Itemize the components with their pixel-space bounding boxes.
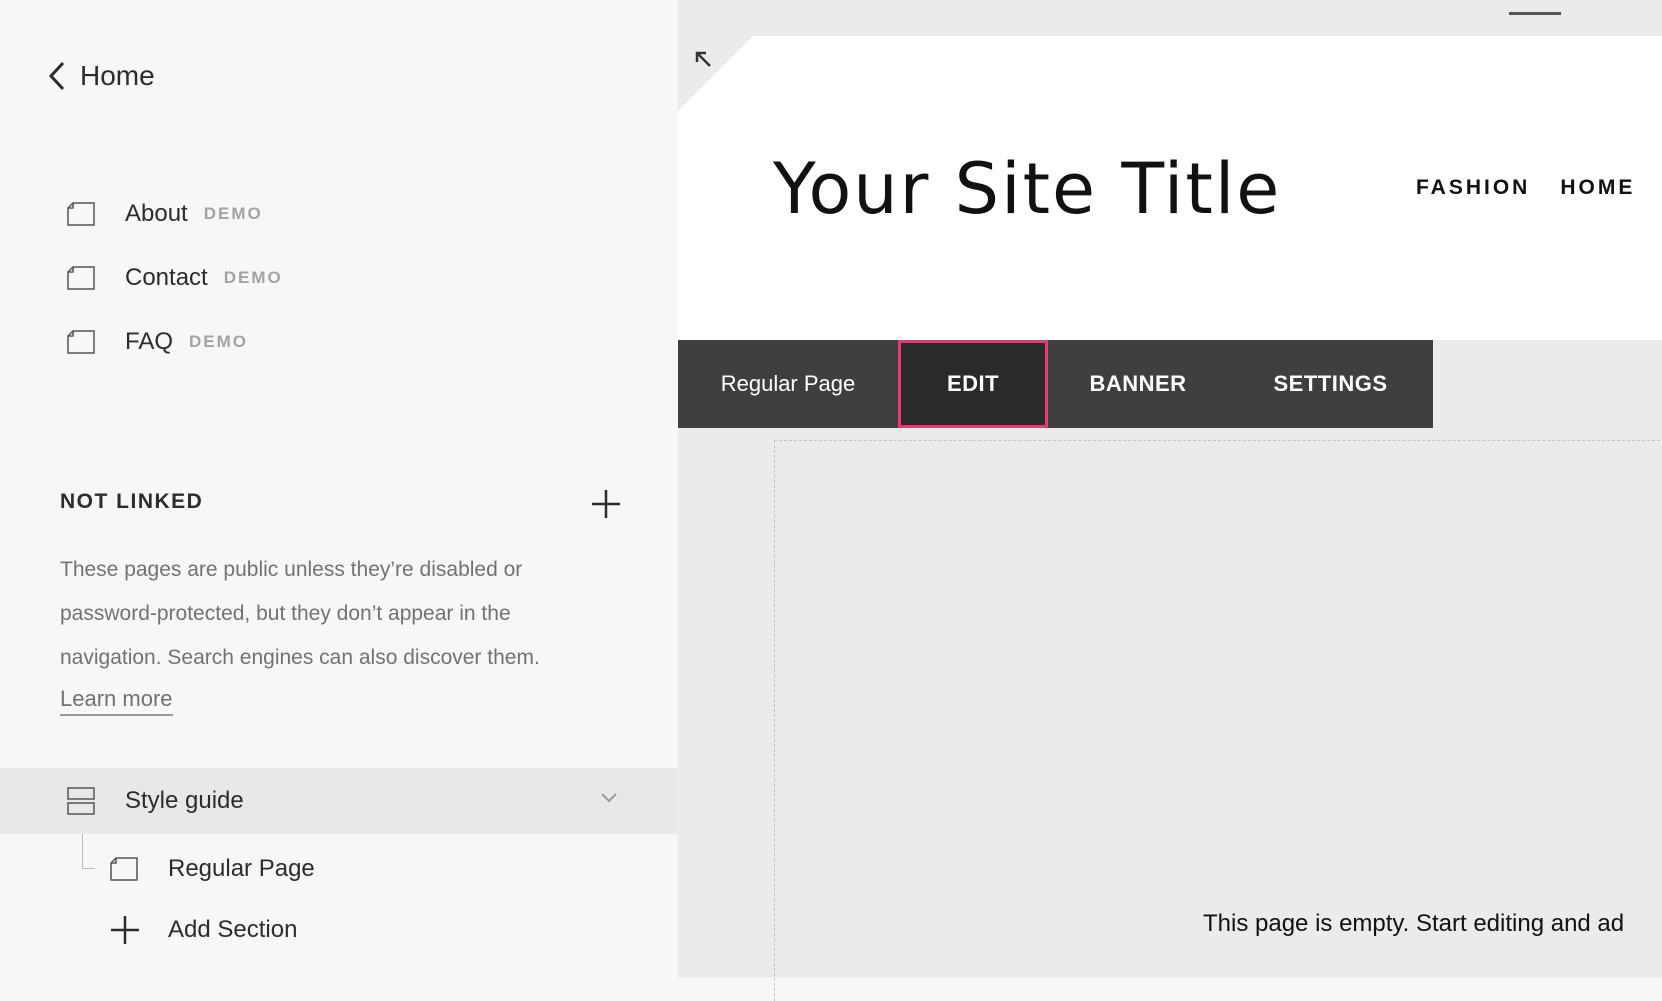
page-icon: [67, 328, 97, 356]
page-icon: [67, 264, 97, 292]
pages-sidebar: Home About DEMO Contact DEMO FAQ DEMO NO…: [0, 0, 678, 978]
nav-link-home[interactable]: HOME: [1560, 176, 1635, 200]
site-header: Your Site Title FASHION HOME: [678, 36, 1662, 340]
page-item-faq[interactable]: FAQ DEMO: [67, 328, 248, 356]
learn-more-link[interactable]: Learn more: [60, 686, 173, 716]
banner-button[interactable]: BANNER: [1048, 340, 1228, 428]
fold-corner: [678, 36, 753, 111]
not-linked-heading: NOT LINKED: [60, 490, 204, 513]
site-title[interactable]: Your Site Title: [773, 148, 1281, 230]
site-navigation: FASHION HOME: [1416, 176, 1635, 200]
add-section-label: Add Section: [168, 916, 298, 943]
add-section-button[interactable]: Add Section: [110, 915, 297, 945]
page-icon: [110, 855, 140, 883]
edit-button[interactable]: EDIT: [898, 340, 1048, 428]
drag-handle[interactable]: [1509, 12, 1561, 15]
description-line: These pages are public unless they’re di…: [60, 558, 523, 581]
chevron-left-icon: [48, 61, 65, 91]
page-item-about[interactable]: About DEMO: [67, 200, 263, 228]
chevron-down-icon[interactable]: [600, 791, 618, 809]
folder-icon: [67, 786, 97, 816]
demo-badge: DEMO: [189, 332, 249, 351]
empty-page-message: This page is empty. Start editing and ad: [1203, 910, 1625, 937]
page-label: Contact: [125, 264, 208, 291]
demo-badge: DEMO: [203, 204, 263, 223]
not-linked-description: These pages are public unless they’re di…: [60, 548, 605, 680]
page-item-contact[interactable]: Contact DEMO: [67, 264, 283, 292]
folder-style-guide[interactable]: Style guide: [0, 768, 678, 834]
page-item-regular-page[interactable]: Regular Page: [110, 855, 315, 883]
page-label: Regular Page: [168, 855, 315, 882]
description-line: password-protected, but they don’t appea…: [60, 602, 511, 625]
plus-icon: [592, 490, 620, 518]
page-icon: [67, 200, 97, 228]
site-preview: Your Site Title FASHION HOME Regular Pag…: [678, 0, 1662, 1001]
settings-button[interactable]: SETTINGS: [1228, 340, 1433, 428]
page-label: FAQ: [125, 328, 174, 355]
page-edit-toolbar: Regular Page EDIT BANNER SETTINGS: [678, 340, 1433, 428]
expand-arrow-icon[interactable]: [694, 50, 714, 75]
nav-link-fashion[interactable]: FASHION: [1416, 176, 1530, 200]
back-to-home-link[interactable]: Home: [48, 60, 155, 92]
plus-icon: [111, 916, 139, 944]
toolbar-page-name: Regular Page: [720, 371, 856, 396]
folder-label: Style guide: [125, 787, 244, 814]
demo-badge: DEMO: [223, 268, 283, 287]
description-line: navigation. Search engines can also disc…: [60, 646, 540, 669]
back-label: Home: [80, 60, 155, 91]
add-page-button[interactable]: [590, 488, 622, 520]
tree-connector: [82, 834, 95, 869]
page-label: About: [125, 200, 188, 227]
